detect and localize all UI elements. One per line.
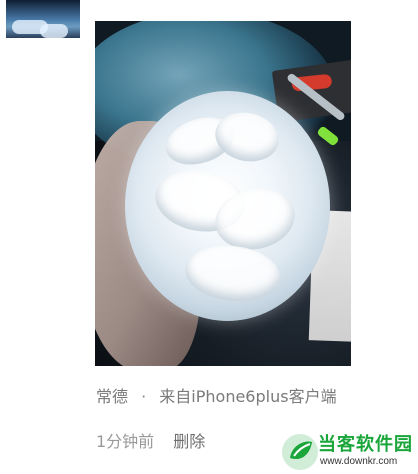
- post-meta: 常德 · 来自iPhone6plus客户端: [96, 386, 416, 408]
- post-time-row: 1分钟前 删除: [96, 431, 205, 453]
- avatar-sky: [6, 0, 80, 21]
- post-time: 1分钟前: [96, 432, 155, 451]
- author-name[interactable]: 常德: [96, 387, 128, 406]
- post-source: 来自iPhone6plus客户端: [159, 387, 337, 406]
- post-photo[interactable]: [95, 21, 351, 366]
- watermark-url: www.downkr.com: [320, 456, 398, 467]
- watermark: 当客软件园 www.downkr.com: [280, 430, 418, 474]
- avatar-cloud: [40, 24, 68, 38]
- watermark-title: 当客软件园: [318, 434, 413, 455]
- delete-button[interactable]: 删除: [173, 432, 205, 451]
- avatar[interactable]: [6, 0, 80, 38]
- meta-separator: ·: [141, 387, 147, 406]
- green-leaf-logo-icon: [282, 434, 318, 470]
